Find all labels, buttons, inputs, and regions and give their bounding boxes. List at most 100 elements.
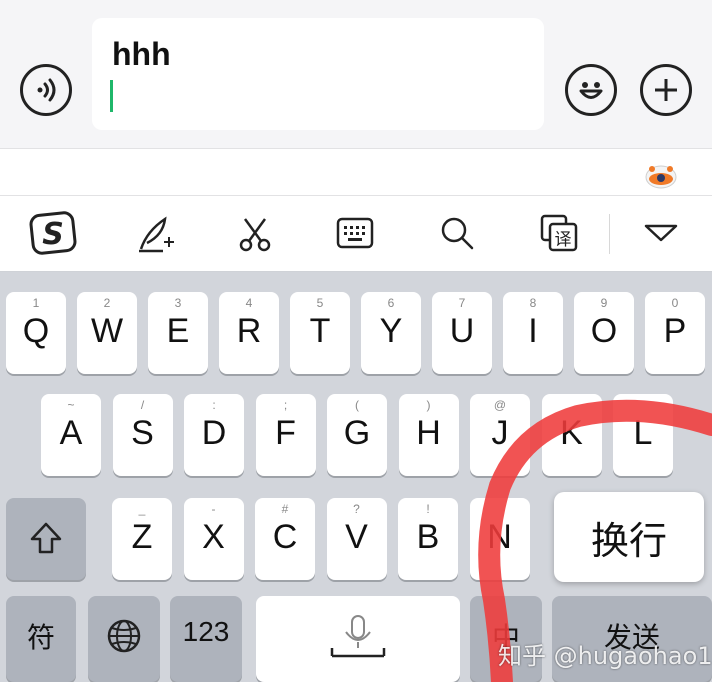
key-label: N (487, 518, 512, 556)
key-u[interactable]: 7U (432, 292, 492, 374)
key-label: T (309, 312, 331, 350)
numbers-key[interactable]: 123 (170, 596, 242, 682)
numbers-key-label: 123 (182, 616, 230, 647)
watermark-text: 知乎 @hugaohao123 (498, 642, 712, 670)
key-i[interactable]: 8I (503, 292, 563, 374)
key-label: Y (379, 312, 403, 350)
key-n[interactable]: N (469, 498, 530, 580)
shift-arrow-icon (30, 522, 62, 554)
key-hint: ~ (67, 398, 75, 412)
key-label: R (236, 312, 262, 350)
key-label: Z (131, 518, 153, 556)
key-label: H (416, 414, 441, 452)
key-e[interactable]: 3E (148, 292, 208, 374)
key-label: C (272, 518, 298, 556)
toolbar-divider (609, 214, 610, 254)
translate-label: 译 (555, 230, 572, 250)
key-k[interactable]: K (541, 394, 602, 476)
key-h[interactable]: ) H (398, 394, 459, 476)
ime-toolbar: S 译 (0, 196, 712, 272)
candidate-bar (0, 148, 712, 196)
key-x[interactable]: -X (183, 498, 244, 580)
key-hint: 5 (316, 296, 324, 310)
space-key[interactable] (256, 596, 460, 682)
symbols-key[interactable]: 符 (6, 596, 76, 682)
key-j[interactable]: @ J (470, 394, 530, 476)
microphone-icon (330, 615, 386, 658)
key-label: L (633, 414, 653, 452)
keyboard-icon[interactable] (330, 208, 380, 258)
sogou-logo-icon[interactable]: S (28, 208, 78, 258)
key-label: A (59, 414, 83, 452)
key-p[interactable]: 0P (645, 292, 705, 374)
key-s[interactable]: / S (112, 394, 173, 476)
typed-text: hhh (112, 36, 171, 72)
key-hint: 9 (600, 296, 608, 310)
key-d[interactable]: :D (184, 394, 244, 476)
key-r[interactable]: 4R (219, 292, 279, 374)
key-c[interactable]: # C (255, 498, 315, 580)
key-hint: 8 (529, 296, 537, 310)
key-hint: ; (283, 398, 288, 412)
key-label: Q (22, 312, 50, 350)
key-label: U (449, 312, 475, 350)
symbols-key-label: 符 (26, 622, 55, 653)
key-hint: 0 (671, 296, 679, 310)
key-z[interactable]: _ Z (112, 498, 172, 580)
key-label: P (663, 312, 687, 350)
key-hint: ) (426, 398, 431, 412)
key-hint: 4 (245, 296, 253, 310)
key-hint: _ (138, 502, 146, 516)
key-label: X (202, 518, 225, 556)
key-label: F (275, 414, 296, 452)
key-hint: ( (355, 398, 359, 412)
key-a[interactable]: ~ A (41, 394, 101, 476)
globe-icon (107, 619, 141, 653)
key-v[interactable]: ? V (326, 498, 387, 580)
key-hint: ? (353, 502, 360, 516)
scissors-icon[interactable] (230, 208, 280, 258)
handwriting-icon[interactable] (130, 208, 180, 258)
key-hint: 1 (32, 296, 40, 310)
key-label: G (343, 414, 371, 452)
key-hint: - (211, 502, 216, 516)
key-t[interactable]: 5T (290, 292, 350, 374)
collapse-icon[interactable] (636, 208, 686, 258)
key-label: K (560, 414, 583, 452)
key-o[interactable]: 9O (574, 292, 634, 374)
key-label: S (131, 414, 154, 452)
sogou-mascot-icon[interactable] (644, 163, 678, 189)
key-g[interactable]: (G (327, 394, 387, 476)
emoji-icon[interactable] (565, 64, 617, 116)
message-input-bar: hhh (0, 0, 712, 148)
key-hint: 3 (174, 296, 182, 310)
globe-key[interactable] (88, 596, 160, 682)
key-label: W (90, 312, 124, 350)
key-b[interactable]: ! B (398, 498, 458, 580)
newline-key-popup[interactable]: 换行 (554, 492, 704, 582)
key-q[interactable]: 1Q (6, 292, 66, 374)
key-hint: / (140, 398, 145, 412)
voice-icon[interactable] (20, 64, 72, 116)
key-label: V (345, 518, 368, 556)
key-hint: : (212, 398, 216, 412)
key-label: B (416, 518, 440, 556)
key-f[interactable]: ; F (255, 394, 316, 476)
key-hint: ! (426, 502, 430, 516)
plus-icon[interactable] (640, 64, 692, 116)
key-w[interactable]: 2W (77, 292, 137, 374)
translate-icon[interactable]: 译 (534, 208, 584, 258)
key-hint: 6 (387, 296, 395, 310)
key-label: I (528, 312, 538, 350)
key-hint: 2 (103, 296, 111, 310)
message-text-field[interactable]: hhh (92, 18, 544, 130)
keyboard: 1Q2W3E4R5T6Y7U8I9O0P ~ A / S: D; F(G) H @ J K L _ Z… (0, 272, 712, 682)
key-y[interactable]: 6Y (361, 292, 421, 374)
key-l[interactable]: L (613, 394, 673, 476)
key-label: E (166, 312, 190, 350)
svg-text:S: S (42, 217, 64, 252)
key-hint: @ (493, 398, 507, 412)
search-icon[interactable] (432, 208, 482, 258)
key-label: D (201, 414, 227, 452)
shift-key[interactable] (6, 498, 86, 580)
